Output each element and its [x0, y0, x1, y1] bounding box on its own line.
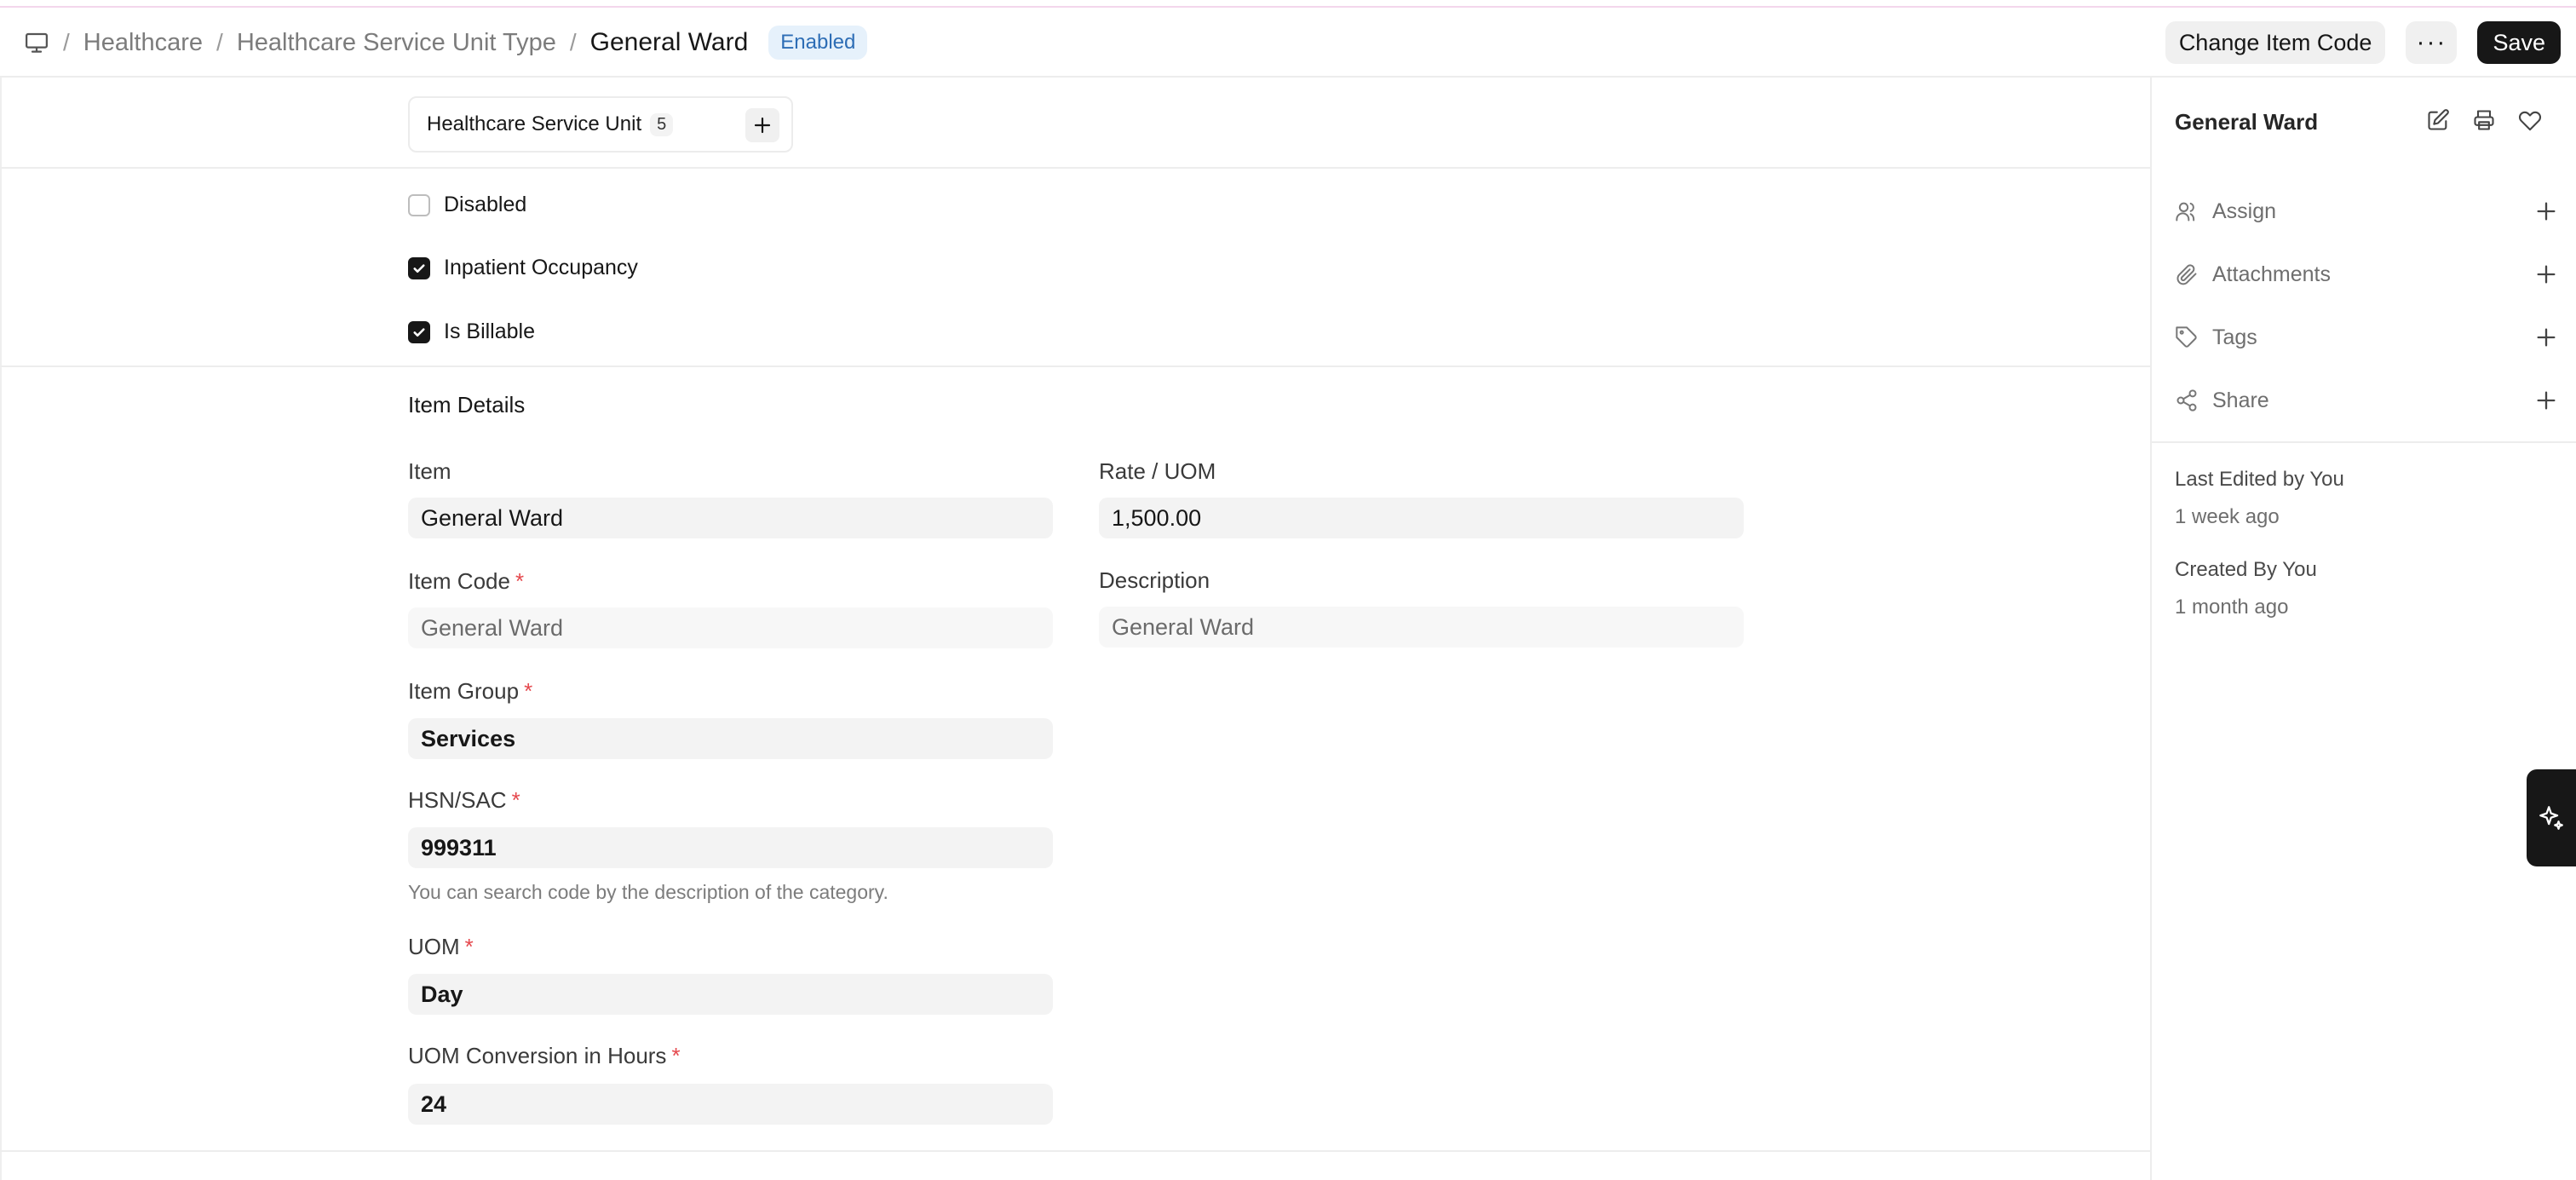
- top-accent-line: [0, 0, 2576, 8]
- last-edited-by[interactable]: Last Edited by You: [2175, 468, 2344, 492]
- tag-icon: [2175, 325, 2199, 349]
- is-billable-checkbox-row[interactable]: Is Billable: [408, 319, 535, 344]
- sidebar-item-share[interactable]: Share: [2175, 383, 2558, 417]
- hsn-sac-label: HSN/SAC *: [408, 787, 520, 814]
- item-field[interactable]: General Ward: [408, 498, 1053, 538]
- item-group-label: Item Group *: [408, 678, 532, 705]
- desktop-icon[interactable]: [24, 30, 49, 55]
- share-label: Share: [2212, 388, 2269, 412]
- created-time: 1 month ago: [2175, 596, 2289, 619]
- item-group-label-text: Item Group: [408, 678, 520, 704]
- sidebar-divider: [2150, 78, 2152, 1180]
- inpatient-occupancy-checkbox-row[interactable]: Inpatient Occupancy: [408, 256, 638, 280]
- users-icon: [2175, 199, 2199, 223]
- more-icon: ···: [2416, 28, 2447, 56]
- created-by[interactable]: Created By You: [2175, 558, 2317, 582]
- add-tag-icon[interactable]: [2534, 325, 2558, 349]
- page-header: / Healthcare / Healthcare Service Unit T…: [0, 8, 2576, 78]
- breadcrumb-separator: /: [569, 29, 577, 55]
- paperclip-icon: [2175, 262, 2199, 286]
- status-badge: Enabled: [768, 26, 868, 60]
- description-label: Description: [1099, 567, 1210, 593]
- connection-card[interactable]: Healthcare Service Unit 5: [408, 96, 793, 153]
- is-billable-label: Is Billable: [444, 319, 535, 343]
- item-label: Item: [408, 458, 451, 484]
- more-actions-button[interactable]: ···: [2406, 21, 2458, 64]
- hsn-sac-label-text: HSN/SAC: [408, 787, 507, 813]
- edit-icon[interactable]: [2426, 108, 2450, 132]
- check-icon: [413, 263, 425, 273]
- inpatient-occupancy-label: Inpatient Occupancy: [444, 256, 638, 279]
- connection-label[interactable]: Healthcare Service Unit: [427, 112, 641, 136]
- sidebar-divider-horizontal: [2152, 441, 2576, 443]
- last-edited-time: 1 week ago: [2175, 505, 2280, 528]
- section-divider: [0, 366, 2150, 367]
- item-code-label-text: Item Code: [408, 568, 510, 594]
- item-code-field[interactable]: General Ward: [408, 607, 1053, 648]
- item-details-heading: Item Details: [408, 392, 526, 417]
- uom-label-text: UOM: [408, 934, 460, 959]
- page-title: General Ward: [589, 28, 749, 56]
- uom-field[interactable]: Day: [408, 974, 1053, 1015]
- section-divider: [0, 167, 2150, 169]
- share-icon: [2175, 389, 2199, 412]
- add-assign-icon[interactable]: [2534, 199, 2558, 223]
- heart-icon[interactable]: [2518, 108, 2542, 132]
- disabled-checkbox[interactable]: [408, 193, 430, 216]
- sparkle-icon: [2539, 806, 2563, 830]
- sidebar-item-assign[interactable]: Assign: [2175, 194, 2558, 228]
- ai-assistant-button[interactable]: [2527, 769, 2576, 866]
- disabled-label: Disabled: [444, 193, 527, 216]
- is-billable-checkbox[interactable]: [408, 320, 430, 343]
- check-icon: [413, 327, 425, 337]
- breadcrumb-healthcare[interactable]: Healthcare: [83, 29, 203, 57]
- plus-icon: [754, 117, 771, 134]
- uom-conversion-field[interactable]: 24: [408, 1084, 1053, 1125]
- sidebar-item-tags[interactable]: Tags: [2175, 320, 2558, 354]
- left-border: [0, 78, 2, 1180]
- save-button[interactable]: Save: [2477, 21, 2561, 64]
- add-share-icon[interactable]: [2534, 389, 2558, 412]
- uom-conversion-label-text: UOM Conversion in Hours: [408, 1043, 667, 1068]
- add-connection-button[interactable]: [745, 108, 779, 142]
- required-marker: *: [464, 934, 474, 959]
- rate-uom-label: Rate / UOM: [1099, 458, 1216, 484]
- header-actions: Change Item Code ··· Save: [2165, 8, 2561, 78]
- sidebar-item-attachments[interactable]: Attachments: [2175, 257, 2558, 291]
- sidebar-action-icons: [2426, 108, 2542, 132]
- breadcrumb-separator: /: [216, 29, 223, 55]
- breadcrumb-separator: /: [63, 29, 70, 55]
- item-group-field[interactable]: Services: [408, 718, 1053, 759]
- required-marker: *: [511, 787, 520, 813]
- breadcrumb: / Healthcare / Healthcare Service Unit T…: [24, 8, 868, 78]
- hsn-sac-help-text: You can search code by the description o…: [408, 881, 888, 903]
- breadcrumb-service-unit-type[interactable]: Healthcare Service Unit Type: [237, 29, 556, 57]
- section-divider: [0, 1150, 2150, 1152]
- description-field[interactable]: General Ward: [1099, 607, 1744, 648]
- uom-label: UOM *: [408, 934, 474, 960]
- add-attachment-icon[interactable]: [2534, 262, 2558, 286]
- hsn-sac-field[interactable]: 999311: [408, 827, 1053, 868]
- required-marker: *: [515, 568, 525, 594]
- rate-uom-field[interactable]: 1,500.00: [1099, 498, 1744, 538]
- inpatient-occupancy-checkbox[interactable]: [408, 256, 430, 279]
- sidebar-title: General Ward: [2175, 109, 2319, 135]
- item-code-label: Item Code *: [408, 568, 524, 595]
- tags-label: Tags: [2212, 325, 2257, 349]
- connection-count: 5: [650, 112, 674, 136]
- assign-label: Assign: [2212, 199, 2277, 223]
- required-marker: *: [671, 1043, 681, 1068]
- print-icon[interactable]: [2472, 108, 2496, 132]
- disabled-checkbox-row[interactable]: Disabled: [408, 193, 526, 217]
- change-item-code-button[interactable]: Change Item Code: [2165, 21, 2386, 64]
- attachments-label: Attachments: [2212, 262, 2331, 286]
- uom-conversion-label: UOM Conversion in Hours *: [408, 1043, 681, 1069]
- required-marker: *: [524, 678, 533, 704]
